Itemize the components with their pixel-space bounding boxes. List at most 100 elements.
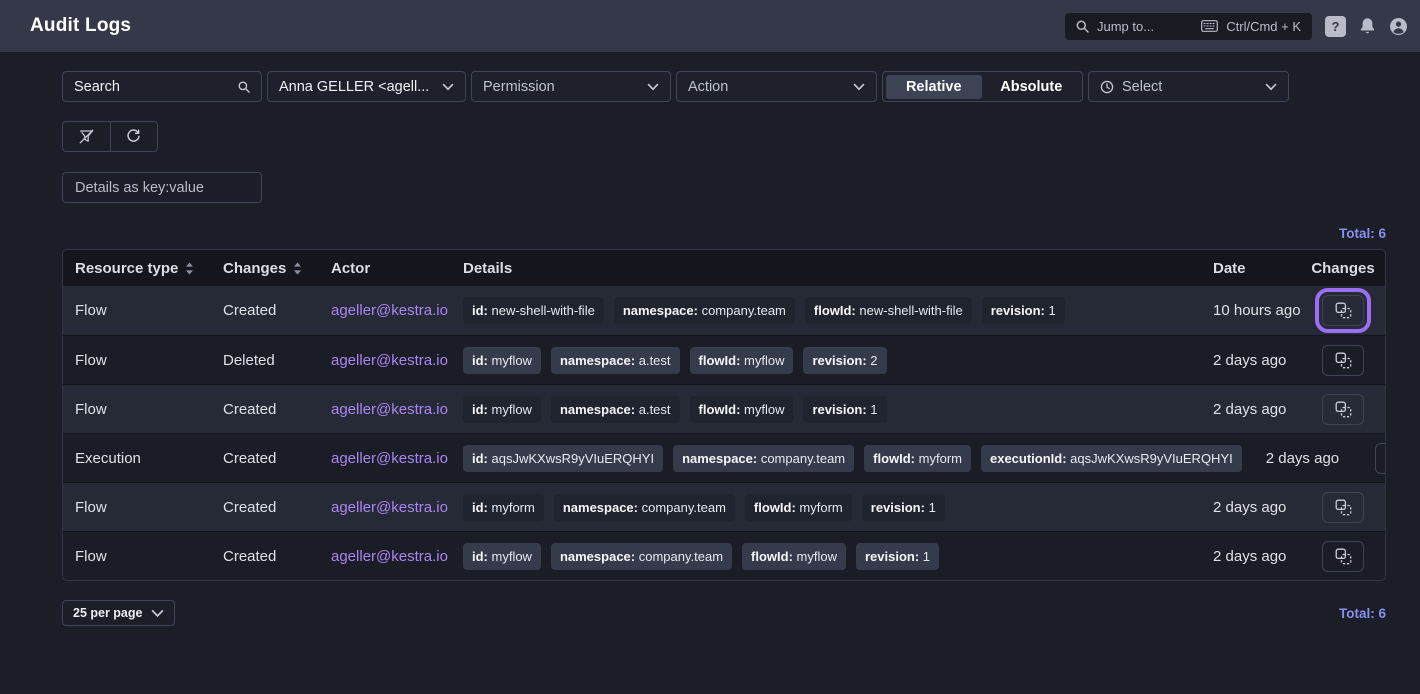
refresh-icon (126, 129, 141, 144)
view-changes-button[interactable] (1322, 492, 1364, 523)
detail-badge: revision: 1 (803, 396, 886, 423)
detail-badge: id: new-shell-with-file (463, 297, 604, 324)
cell-details: id: myflownamespace: a.testflowId: myflo… (451, 347, 1201, 374)
detail-badge: namespace: company.team (673, 445, 854, 472)
search-input[interactable]: Search (62, 71, 262, 102)
view-changes-button[interactable] (1322, 295, 1364, 326)
jump-to-search[interactable]: Jump to... Ctrl/Cmd + K (1065, 13, 1312, 40)
action-filter-dropdown[interactable]: Action (676, 71, 877, 102)
notifications-button[interactable] (1359, 17, 1376, 35)
view-changes-button[interactable] (1322, 345, 1364, 376)
details-badges: id: aqsJwKXwsR9yVIuERQHYI namespace: comp… (463, 445, 1242, 472)
cell-resource-type: Flow (63, 302, 211, 319)
filter-off-icon (78, 128, 95, 145)
refresh-button[interactable] (111, 122, 158, 151)
relative-toggle[interactable]: Relative (886, 75, 982, 99)
absolute-toggle[interactable]: Absolute (984, 75, 1080, 99)
details-filter-placeholder: Details as key:value (75, 180, 204, 196)
per-page-dropdown[interactable]: 25 per page (62, 600, 175, 626)
diff-changes-icon (1335, 499, 1352, 516)
chevron-down-icon (1265, 83, 1277, 91)
actor-link[interactable]: ageller@kestra.io (331, 450, 448, 467)
actor-link[interactable]: ageller@kestra.io (331, 499, 448, 516)
view-changes-button[interactable] (1322, 394, 1364, 425)
cell-details: id: new-shell-with-filenamespace: compan… (451, 297, 1201, 324)
detail-badge: id: aqsJwKXwsR9yVIuERQHYI (463, 445, 663, 472)
pagination-bar: 25 per page Total: 6 (62, 600, 1386, 626)
bell-icon (1359, 17, 1376, 35)
detail-badge: flowId: new-shell-with-file (805, 297, 972, 324)
cell-actor: ageller@kestra.io (319, 499, 451, 516)
actor-link[interactable]: ageller@kestra.io (331, 548, 448, 565)
detail-badge: revision: 2 (803, 347, 886, 374)
header-details: Details (451, 260, 1201, 277)
cell-date: 2 days ago (1201, 401, 1301, 418)
detail-badge: id: myflow (463, 396, 541, 423)
help-button[interactable]: ? (1325, 16, 1346, 37)
chevron-down-icon (853, 83, 865, 91)
cell-details: id: myflownamespace: a.testflowId: myflo… (451, 396, 1201, 423)
header-label: Resource type (75, 260, 178, 277)
table-row: Flow Created ageller@kestra.io id: myflo… (63, 531, 1385, 580)
user-avatar-icon (1389, 17, 1408, 36)
table-row: Flow Created ageller@kestra.io id: new-s… (63, 286, 1385, 335)
table-row: Flow Deleted ageller@kestra.io id: myflo… (63, 335, 1385, 384)
detail-badge: flowId: myflow (690, 396, 794, 423)
cell-resource-type: Flow (63, 352, 211, 369)
audit-logs-table: Resource type Changes Actor Details Date (62, 249, 1386, 581)
details-filter-input[interactable]: Details as key:value (62, 172, 262, 203)
user-filter-value: Anna GELLER <agell... (279, 79, 429, 95)
cell-changes-action (1301, 492, 1385, 523)
cell-actor: ageller@kestra.io (319, 450, 451, 467)
time-mode-toggle: Relative Absolute (882, 71, 1083, 102)
diff-changes-icon (1335, 401, 1352, 418)
detail-badge: namespace: company.team (551, 543, 732, 570)
cell-details: id: myformnamespace: company.teamflowId:… (451, 494, 1201, 521)
filters-row: Search Anna GELLER <agell... Permission … (62, 71, 1386, 102)
diff-changes-icon (1335, 352, 1352, 369)
cell-actor: ageller@kestra.io (319, 401, 451, 418)
cell-change-type: Created (211, 499, 319, 516)
header-changes[interactable]: Changes (211, 260, 319, 277)
actor-link[interactable]: ageller@kestra.io (331, 302, 448, 319)
jump-to-shortcut: Ctrl/Cmd + K (1226, 19, 1301, 34)
detail-badge: revision: 1 (982, 297, 1065, 324)
actor-link[interactable]: ageller@kestra.io (331, 401, 448, 418)
header-resource-type[interactable]: Resource type (63, 260, 211, 277)
cell-date: 2 days ago (1201, 352, 1301, 369)
user-menu-button[interactable] (1389, 17, 1408, 36)
table-header: Resource type Changes Actor Details Date (63, 250, 1385, 286)
cell-resource-type: Flow (63, 499, 211, 516)
header-changes-action: Changes (1301, 260, 1385, 277)
cell-change-type: Created (211, 548, 319, 565)
diff-changes-icon (1335, 548, 1352, 565)
header-label: Changes (223, 260, 286, 277)
permission-filter-dropdown[interactable]: Permission (471, 71, 671, 102)
user-filter-dropdown[interactable]: Anna GELLER <agell... (267, 71, 466, 102)
detail-badge: revision: 1 (862, 494, 945, 521)
table-row: Flow Created ageller@kestra.io id: myfor… (63, 482, 1385, 531)
table-body: Flow Created ageller@kestra.io id: new-s… (63, 286, 1385, 580)
cell-details: id: myflownamespace: company.teamflowId:… (451, 543, 1201, 570)
total-count-bottom: Total: 6 (1339, 606, 1386, 621)
view-changes-button[interactable] (1375, 443, 1386, 474)
cell-changes-action (1301, 295, 1385, 326)
date-range-dropdown[interactable]: Select (1088, 71, 1289, 102)
cell-date: 10 hours ago (1201, 302, 1301, 319)
actor-link[interactable]: ageller@kestra.io (331, 352, 448, 369)
date-range-placeholder: Select (1122, 79, 1162, 95)
header-label: Details (463, 260, 512, 277)
view-changes-button[interactable] (1322, 541, 1364, 572)
cell-details: id: aqsJwKXwsR9yVIuERQHYI namespace: comp… (451, 445, 1254, 472)
header-label: Changes (1311, 260, 1374, 277)
cell-date: 2 days ago (1254, 450, 1354, 467)
clear-filters-button[interactable] (63, 122, 111, 151)
cell-resource-type: Execution (63, 450, 211, 467)
cell-changes-action (1354, 443, 1386, 474)
sort-icon (185, 262, 194, 275)
cell-actor: ageller@kestra.io (319, 302, 451, 319)
detail-badge: namespace: company.team (554, 494, 735, 521)
cell-change-type: Deleted (211, 352, 319, 369)
details-badges: id: new-shell-with-filenamespace: compan… (463, 297, 1189, 324)
detail-badge: namespace: a.test (551, 347, 680, 374)
